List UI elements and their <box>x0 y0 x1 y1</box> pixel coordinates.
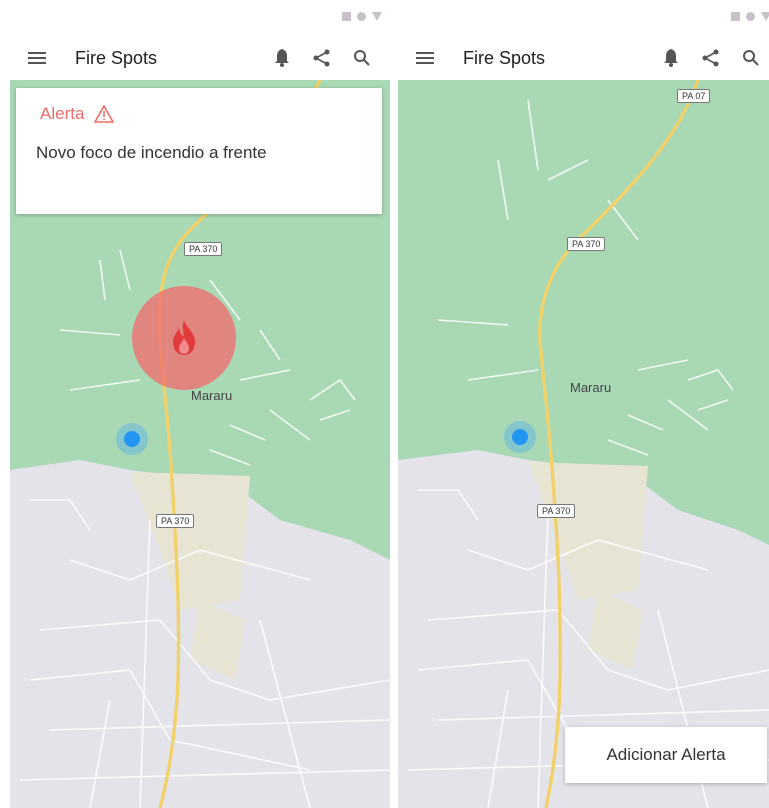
app-title: Fire Spots <box>75 47 158 68</box>
app-bar: Fire Spots <box>0 36 390 80</box>
road-label: PA 370 <box>184 242 223 256</box>
road-label: PA 370 <box>567 237 606 251</box>
search-icon[interactable] <box>739 46 763 70</box>
status-triangle-icon <box>761 12 769 21</box>
status-circle-icon <box>357 12 366 21</box>
map-graphics <box>398 80 769 808</box>
share-icon[interactable] <box>699 46 723 70</box>
place-label: Mararu <box>191 388 233 403</box>
status-square-icon <box>342 12 351 21</box>
app-actions <box>659 46 763 70</box>
warning-triangle-icon <box>94 105 115 123</box>
current-location-marker <box>116 423 148 455</box>
bell-icon[interactable] <box>270 46 294 70</box>
status-bar <box>398 0 769 36</box>
status-circle-icon <box>746 12 755 21</box>
alert-title: Alerta <box>40 104 85 123</box>
bell-icon[interactable] <box>659 46 683 70</box>
app-title: Fire Spots <box>463 47 546 68</box>
screen-right: Fire Spots PA 07 PA 370 PA 370 Mararu Ad… <box>398 0 769 808</box>
add-alert-button[interactable]: Adicionar Alerta <box>565 727 767 783</box>
alert-title-row: Alerta <box>40 104 115 124</box>
current-location-marker <box>504 421 536 453</box>
menu-icon[interactable] <box>414 38 436 78</box>
status-triangle-icon <box>372 12 382 21</box>
place-label: Mararu <box>570 380 612 395</box>
share-icon[interactable] <box>310 46 334 70</box>
location-dot <box>512 429 528 445</box>
fire-icon <box>173 320 195 355</box>
search-icon[interactable] <box>350 46 374 70</box>
location-dot <box>124 431 140 447</box>
menu-icon[interactable] <box>26 38 48 78</box>
app-bar: Fire Spots <box>398 36 769 80</box>
alert-message: Novo foco de incendio a frente <box>36 143 267 162</box>
status-square-icon <box>731 12 740 21</box>
app-actions <box>270 46 374 70</box>
road-label: PA 370 <box>537 504 576 518</box>
status-bar <box>0 0 390 36</box>
map-view[interactable]: PA 07 PA 370 PA 370 Mararu <box>398 80 769 808</box>
road-label: PA 370 <box>156 514 195 528</box>
road-label: PA 07 <box>677 89 711 103</box>
status-icons <box>342 12 382 21</box>
alert-card: Alerta Novo foco de incendio a frente <box>16 88 382 214</box>
fire-marker[interactable] <box>132 286 236 390</box>
screen-left: Fire Spots PA 370 PA 370 Mararu Alerta N… <box>0 0 390 808</box>
status-icons <box>731 12 769 21</box>
